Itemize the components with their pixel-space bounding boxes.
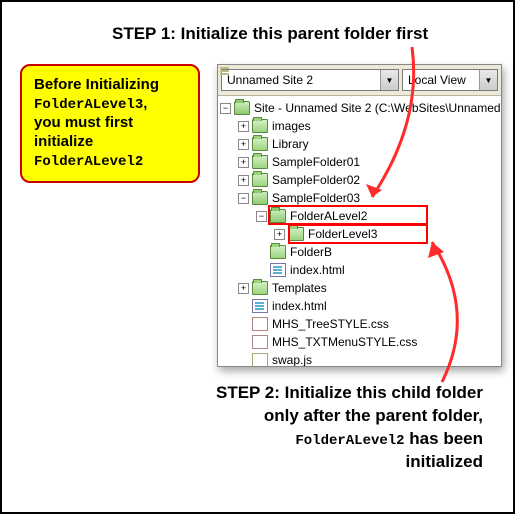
file-tree[interactable]: − Site - Unnamed Site 2 (C:\WebSites\Unn… bbox=[218, 96, 501, 366]
html-file-icon bbox=[252, 299, 268, 313]
tree-label: SampleFolder03 bbox=[272, 191, 360, 205]
tree-row-sf03[interactable]: − SampleFolder03 bbox=[220, 189, 501, 207]
step2-line3b: has been bbox=[405, 429, 483, 448]
tree-row-images[interactable]: + images bbox=[220, 117, 501, 135]
expand-toggle[interactable]: − bbox=[220, 103, 231, 114]
tree-row-library[interactable]: + Library bbox=[220, 135, 501, 153]
view-select[interactable]: Local View ▼ bbox=[402, 69, 498, 91]
warning-callout: Before Initializing FolderALevel3, you m… bbox=[20, 64, 200, 183]
tree-row-css1[interactable]: MHS_TreeSTYLE.css bbox=[220, 315, 501, 333]
expand-toggle[interactable]: + bbox=[238, 139, 249, 150]
tree-label: SampleFolder01 bbox=[272, 155, 360, 169]
dropdown-arrow-icon: ▼ bbox=[380, 70, 398, 90]
folder-open-icon bbox=[234, 101, 250, 115]
callout-line3: you must first bbox=[34, 114, 133, 131]
folder-icon bbox=[252, 173, 268, 187]
folder-icon bbox=[252, 281, 268, 295]
site-select[interactable]: Unnamed Site 2 ▼ bbox=[221, 69, 399, 91]
tree-row-css2[interactable]: MHS_TXTMenuSTYLE.css bbox=[220, 333, 501, 351]
tree-row-js[interactable]: swap.js bbox=[220, 351, 501, 366]
tree-label: Library bbox=[272, 137, 309, 151]
expand-toggle[interactable]: + bbox=[238, 283, 249, 294]
view-select-value: Local View bbox=[408, 73, 466, 87]
tree-row-root[interactable]: − Site - Unnamed Site 2 (C:\WebSites\Unn… bbox=[220, 99, 501, 117]
tree-label: Templates bbox=[272, 281, 327, 295]
expand-toggle[interactable]: + bbox=[238, 121, 249, 132]
tree-row-templates[interactable]: + Templates bbox=[220, 279, 501, 297]
step2-line4: initialized bbox=[406, 452, 483, 471]
callout-comma: , bbox=[143, 95, 147, 112]
tree-row-sf02[interactable]: + SampleFolder02 bbox=[220, 171, 501, 189]
callout-line1: Before Initializing bbox=[34, 76, 159, 93]
folder-icon bbox=[252, 155, 268, 169]
tree-row-fal2[interactable]: − FolderALevel2 bbox=[220, 207, 501, 225]
tree-row-idx2[interactable]: index.html bbox=[220, 297, 501, 315]
js-file-icon bbox=[252, 353, 268, 366]
callout-code1: FolderALevel3 bbox=[34, 97, 143, 113]
callout-code2: FolderALevel2 bbox=[34, 154, 143, 170]
tree-row-fl3[interactable]: + FolderLevel3 bbox=[220, 225, 501, 243]
folder-open-icon bbox=[252, 191, 268, 205]
tree-label: FolderLevel3 bbox=[308, 227, 377, 241]
step1-heading: STEP 1: Initialize this parent folder fi… bbox=[112, 24, 428, 44]
tree-label: MHS_TreeSTYLE.css bbox=[272, 317, 389, 331]
tree-row-idx[interactable]: index.html bbox=[220, 261, 501, 279]
site-select-value: Unnamed Site 2 bbox=[227, 73, 313, 87]
tree-label: SampleFolder02 bbox=[272, 173, 360, 187]
step2-line1: STEP 2: Initialize this child folder bbox=[216, 383, 483, 402]
step2-code: FolderALevel2 bbox=[295, 433, 404, 449]
folder-icon bbox=[288, 227, 304, 241]
expand-toggle[interactable]: + bbox=[238, 157, 249, 168]
folder-open-icon bbox=[270, 209, 286, 223]
folder-icon bbox=[252, 137, 268, 151]
tree-row-fb[interactable]: FolderB bbox=[220, 243, 501, 261]
html-file-icon bbox=[270, 263, 286, 277]
folder-icon bbox=[252, 119, 268, 133]
tree-label: MHS_TXTMenuSTYLE.css bbox=[272, 335, 417, 349]
css-file-icon bbox=[252, 335, 268, 349]
tree-label: index.html bbox=[290, 263, 345, 277]
folder-icon bbox=[270, 245, 286, 259]
tree-label: swap.js bbox=[272, 353, 312, 366]
step2-heading: STEP 2: Initialize this child folder onl… bbox=[153, 382, 483, 474]
step2-line2: only after the parent folder, bbox=[264, 406, 483, 425]
tree-label: Site - Unnamed Site 2 (C:\WebSites\Unnam… bbox=[254, 101, 501, 115]
tree-row-sf01[interactable]: + SampleFolder01 bbox=[220, 153, 501, 171]
dropdown-arrow-icon: ▼ bbox=[479, 70, 497, 90]
tree-label: FolderALevel2 bbox=[290, 209, 367, 223]
expand-toggle[interactable]: + bbox=[274, 229, 285, 240]
expand-toggle[interactable]: − bbox=[238, 193, 249, 204]
expand-toggle[interactable]: + bbox=[238, 175, 249, 186]
tree-label: index.html bbox=[272, 299, 327, 313]
tree-label: FolderB bbox=[290, 245, 332, 259]
panel-toolbar: Unnamed Site 2 ▼ Local View ▼ bbox=[218, 65, 501, 96]
files-panel: Unnamed Site 2 ▼ Local View ▼ − Site - U… bbox=[217, 64, 502, 367]
css-file-icon bbox=[252, 317, 268, 331]
tree-label: images bbox=[272, 119, 311, 133]
expand-toggle[interactable]: − bbox=[256, 211, 267, 222]
callout-line4: initialize bbox=[34, 133, 93, 150]
